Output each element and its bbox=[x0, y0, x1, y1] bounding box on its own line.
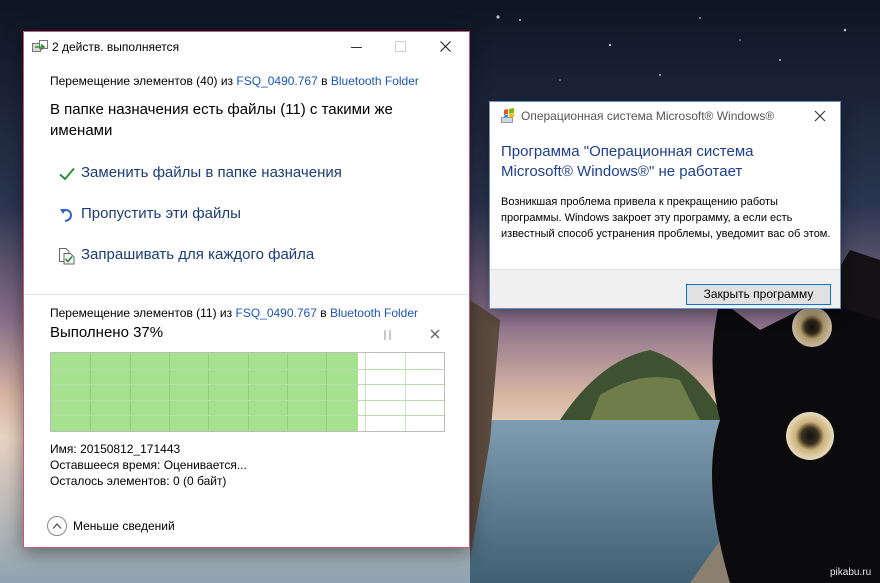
time-remaining-value: Оценивается... bbox=[163, 458, 247, 472]
progress-graph-canvas bbox=[51, 353, 444, 431]
conflict-heading: В папке назначения есть файлы (11) с так… bbox=[50, 101, 393, 139]
file-name-label: Имя: bbox=[50, 442, 77, 456]
cancel-operation-icon[interactable] bbox=[428, 327, 442, 341]
items-remaining-line: Осталось элементов: 0 (0 байт) bbox=[50, 474, 226, 488]
fewer-details-label: Меньше сведений bbox=[73, 519, 175, 533]
chevron-up-circle bbox=[47, 516, 67, 536]
ask-each-file-label: Запрашивать для каждого файла bbox=[81, 246, 315, 263]
skip-arrow-icon bbox=[60, 209, 73, 222]
checkmark-icon bbox=[59, 167, 75, 181]
error-heading: Программа "Операционная система Microsof… bbox=[501, 143, 754, 180]
file-name-line: Имя: 20150812_171443 bbox=[50, 442, 180, 456]
title-bar[interactable]: 2 действ. выполняется bbox=[24, 32, 469, 62]
chevron-up-icon bbox=[52, 523, 62, 529]
site-watermark: pikabu.ru bbox=[830, 567, 872, 578]
operation-1-mid: в bbox=[321, 74, 328, 88]
close-button[interactable] bbox=[423, 32, 469, 62]
error-footer: Закрыть программу bbox=[490, 269, 840, 308]
transfer-speed-graph bbox=[50, 352, 445, 432]
program-not-responding-dialog: Операционная система Microsoft® Windows®… bbox=[489, 101, 841, 309]
time-remaining-label: Оставшееся время: bbox=[50, 458, 161, 472]
source-link-2[interactable]: FSQ_0490.767 bbox=[235, 306, 316, 320]
file-move-dialog: 2 действ. выполняется Перемещение элемен… bbox=[23, 31, 470, 548]
replace-files-label: Заменить файлы в папке назначения bbox=[81, 164, 342, 181]
close-icon bbox=[440, 41, 451, 52]
close-icon[interactable] bbox=[812, 108, 828, 124]
skip-files-label: Пропустить эти файлы bbox=[81, 205, 241, 222]
close-program-button[interactable]: Закрыть программу bbox=[686, 284, 831, 305]
time-remaining-line: Оставшееся время: Оценивается... bbox=[50, 458, 247, 472]
compare-files-icon bbox=[59, 248, 75, 265]
maximize-icon bbox=[395, 41, 406, 52]
window-title: 2 действ. выполняется bbox=[52, 40, 180, 54]
windows-app-icon bbox=[501, 108, 514, 123]
operation-2-prefix: Перемещение элементов (11) из bbox=[50, 306, 233, 320]
error-window-title: Операционная система Microsoft® Windows® bbox=[521, 109, 775, 123]
operation-2-description: Перемещение элементов (11) из FSQ_0490.7… bbox=[50, 306, 418, 320]
operation-1-description: Перемещение элементов (40) из FSQ_0490.7… bbox=[50, 74, 419, 88]
items-remaining-value: 0 (0 байт) bbox=[172, 474, 227, 488]
destination-link-1[interactable]: Bluetooth Folder bbox=[331, 74, 419, 88]
operation-2-mid: в bbox=[320, 306, 327, 320]
items-remaining-label: Осталось элементов: bbox=[50, 474, 170, 488]
operation-1-prefix: Перемещение элементов (40) из bbox=[50, 74, 234, 88]
maximize-button bbox=[378, 32, 424, 62]
destination-link-2[interactable]: Bluetooth Folder bbox=[330, 306, 418, 320]
progress-percent-title: Выполнено 37% bbox=[50, 324, 164, 341]
section-divider bbox=[24, 294, 469, 295]
pause-icon[interactable] bbox=[381, 328, 395, 342]
file-name-value: 20150812_171443 bbox=[80, 442, 181, 456]
minimize-icon bbox=[351, 47, 362, 48]
error-message: Возникшая проблема привела к прекращению… bbox=[501, 196, 831, 240]
progress-fill bbox=[51, 353, 358, 431]
file-copy-icon bbox=[32, 40, 48, 52]
source-link-1[interactable]: FSQ_0490.767 bbox=[236, 74, 317, 88]
error-title-bar[interactable]: Операционная система Microsoft® Windows® bbox=[490, 102, 840, 130]
minimize-button[interactable] bbox=[334, 32, 380, 62]
